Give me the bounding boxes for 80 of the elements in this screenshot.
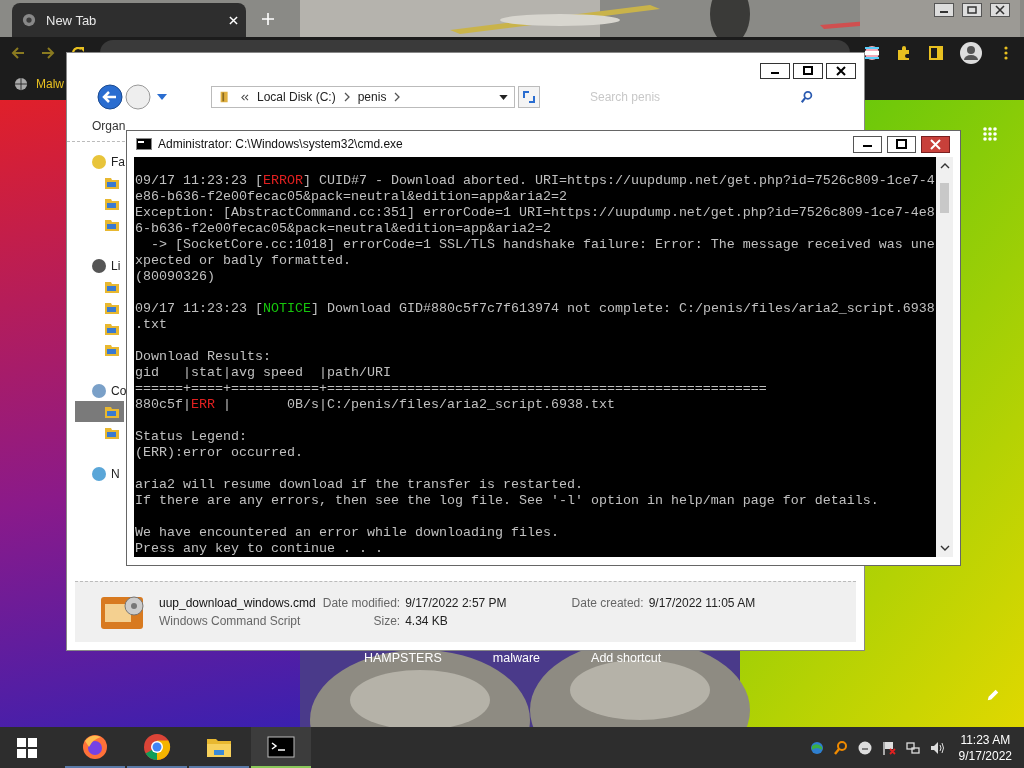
folder-group-icon: [91, 382, 107, 399]
property-value: 9/17/2022 2:57 PM: [405, 596, 507, 610]
back-icon[interactable]: [97, 84, 123, 110]
browser-tab[interactable]: New Tab: [12, 3, 246, 37]
search-icon[interactable]: [832, 739, 849, 756]
chrome-circle-icon: [143, 732, 171, 761]
folder-group-icon: [91, 153, 107, 170]
clock[interactable]: 11:23 AM 9/17/2022: [958, 731, 1012, 764]
refresh-icon[interactable]: [518, 86, 540, 108]
close-icon[interactable]: [990, 3, 1010, 17]
bookmark-label: Malw: [36, 77, 64, 91]
close-icon[interactable]: [826, 63, 856, 79]
nav-item[interactable]: N: [67, 463, 120, 484]
console-line: Press any key to continue . . .: [135, 541, 384, 557]
property-value: 9/17/2022 11:05 AM: [648, 596, 756, 610]
restore-icon[interactable]: [962, 3, 982, 17]
terminal-icon: [136, 138, 152, 150]
minimize-icon[interactable]: [760, 63, 790, 79]
console-line: 09/17 11:23:23 [NOTICE] Download GID#880c5f7c7f613974 not complete: C:/penis/files/aria2_script.6938: [135, 301, 936, 317]
console-line: If there are any errors, then see the log file. See '-l' option in help/man page for details.: [135, 493, 880, 509]
console-line: Status Legend:: [135, 429, 248, 445]
maximize-icon[interactable]: [793, 63, 823, 79]
console-line: 09/17 11:23:23 [ERROR] CUID#7 - Download aborted. URI=https://uupdump.net/get.php?id=7526c809-1ce7-4: [135, 173, 936, 189]
back-icon[interactable]: [10, 44, 26, 61]
window-title: Administrator: C:\Windows\system32\cmd.exe: [158, 137, 403, 151]
minimize-icon[interactable]: [934, 3, 954, 17]
console-line: (ERR):error occurred.: [135, 445, 304, 461]
minimize-icon[interactable]: [853, 135, 882, 153]
close-icon[interactable]: [921, 135, 950, 153]
chevron-icon[interactable]: [394, 92, 401, 102]
console-line: ======+====+===========+=======================================================: [135, 381, 768, 397]
property-label: Size:: [372, 614, 401, 628]
search-icon: [800, 90, 814, 104]
console-line: gid |stat|avg speed |path/URI: [135, 365, 392, 381]
scrollbar[interactable]: [936, 157, 953, 557]
property-label: Date created:: [571, 596, 644, 610]
console-line: xpected or badly formatted.: [135, 253, 352, 269]
fox-globe-icon: [81, 732, 109, 761]
file-name: uup_download_windows.cmd: [159, 596, 316, 610]
breadcrumb-item[interactable]: Local Disk (C:): [257, 90, 336, 104]
console-line: -> [SocketCore.cc:1018] errorCode=1 SSL/TLS handshake failure: Error: The message received was une: [150, 237, 936, 253]
property-value: 4.34 KB: [405, 614, 449, 628]
console-line: 880c5f|ERR | 0B/s|C:/penis/files/aria2_script.6938.txt: [135, 397, 616, 413]
maximize-icon[interactable]: [887, 135, 916, 153]
flag-icon[interactable]: [880, 739, 897, 756]
console-line: 6-b636-f2e00fecac05&pack=neutral&edition=app&aria2=2: [135, 221, 552, 237]
nav-item[interactable]: Co: [67, 380, 127, 401]
console-line: Download Results:: [135, 349, 272, 365]
flag-icon[interactable]: [864, 44, 880, 61]
windows-logo-icon[interactable]: [17, 737, 37, 758]
side-panel-icon[interactable]: [928, 44, 944, 61]
nav-item[interactable]: Fa: [67, 151, 125, 172]
scroll-thumb[interactable]: [940, 183, 949, 213]
console-line: e86-b636-f2e00fecac05&pack=neutral&edition=app&aria2=2: [135, 189, 568, 205]
address-bar[interactable]: Local Disk (C:) penis: [211, 86, 515, 108]
puzzle-icon[interactable]: [896, 44, 912, 61]
file-type: Windows Command Script: [159, 614, 302, 628]
network-icon[interactable]: [904, 739, 921, 756]
console-line: aria2 will resume download if the transfer is restarted.: [135, 477, 584, 493]
folder-group-icon: [91, 465, 107, 482]
property-label: Date modified:: [322, 596, 401, 610]
double-chevron-icon[interactable]: [240, 93, 249, 101]
globe-icon: [22, 13, 36, 27]
console-line: We have encountered an error while downloading files.: [135, 525, 560, 541]
console-line: .txt: [135, 317, 168, 333]
globe-icon: [14, 77, 28, 91]
forward-icon[interactable]: [40, 44, 56, 61]
nav-item[interactable]: Li: [67, 255, 121, 276]
bookmark[interactable]: Malw: [14, 77, 64, 91]
console-line: (80090326): [135, 269, 216, 285]
plus-icon[interactable]: [262, 13, 274, 25]
console-line: Exception: [AbstractCommand.cc:351] errorCode=1 URI=https://uupdump.net/get.php?id=7526c809-1ce7-4e8: [135, 205, 936, 221]
breadcrumb-item[interactable]: penis: [357, 90, 387, 104]
shortcut-link[interactable]: malware: [492, 651, 541, 665]
avatar-icon[interactable]: [960, 41, 982, 64]
globe-icon[interactable]: [808, 739, 825, 756]
organize-menu[interactable]: Organ: [92, 119, 126, 133]
folder-group-icon: [91, 257, 107, 274]
chevron-icon[interactable]: [343, 92, 350, 102]
taskbar-button[interactable]: [251, 727, 311, 768]
